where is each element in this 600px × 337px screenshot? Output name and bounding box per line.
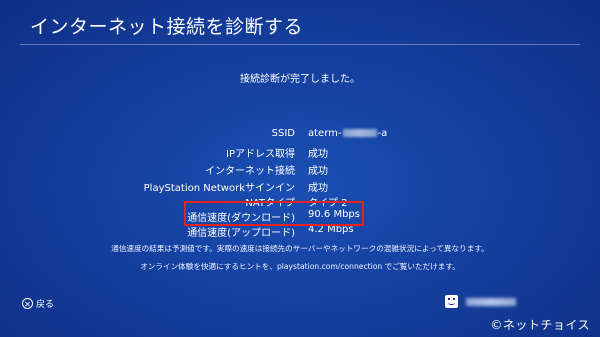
- title-divider: [20, 44, 580, 45]
- result-value: 成功: [308, 149, 328, 160]
- result-row-ip: IPアドレス取得 成功: [0, 145, 600, 161]
- result-label: インターネット接続: [205, 166, 295, 177]
- cross-button-icon: ✕: [22, 298, 33, 309]
- result-value: 成功: [308, 183, 328, 194]
- ssid-prefix: aterm-: [308, 128, 342, 139]
- download-highlight-box: [184, 201, 364, 226]
- result-label: IPアドレス取得: [226, 149, 295, 160]
- result-label: PlayStation Networkサインイン: [143, 183, 295, 194]
- back-label: 戻る: [36, 300, 55, 310]
- redacted-ssid: [342, 129, 377, 137]
- watermark: ©ネットチョイス: [490, 318, 590, 332]
- ssid-suffix: -a: [377, 128, 388, 139]
- result-value: aterm- -a: [308, 128, 387, 139]
- user-profile[interactable]: [445, 295, 516, 308]
- tips-note: オンライン体験を快適にするヒントを、playstation.com/connec…: [140, 262, 460, 271]
- redacted-username: [466, 297, 516, 306]
- completion-message: 接続診断が完了しました。: [240, 74, 360, 85]
- speed-note: 通信速度の結果は予測値です。実際の速度は接続先のサーバーやネットワークの混雑状況…: [111, 244, 489, 253]
- result-row-ssid: SSID aterm- -a: [0, 128, 600, 144]
- result-row-psn: PlayStation Networkサインイン 成功: [0, 179, 600, 195]
- result-value: 成功: [308, 166, 328, 177]
- smiley-avatar-icon: [445, 295, 458, 308]
- back-button[interactable]: ✕ 戻る: [22, 297, 54, 310]
- result-label: SSID: [271, 128, 295, 139]
- page-title: インターネット接続を診断する: [30, 16, 304, 38]
- result-row-upload: 通信速度(アップロード) 4.2 Mbps: [0, 224, 600, 240]
- result-label: 通信速度(アップロード): [187, 228, 295, 239]
- result-row-internet: インターネット接続 成功: [0, 162, 600, 178]
